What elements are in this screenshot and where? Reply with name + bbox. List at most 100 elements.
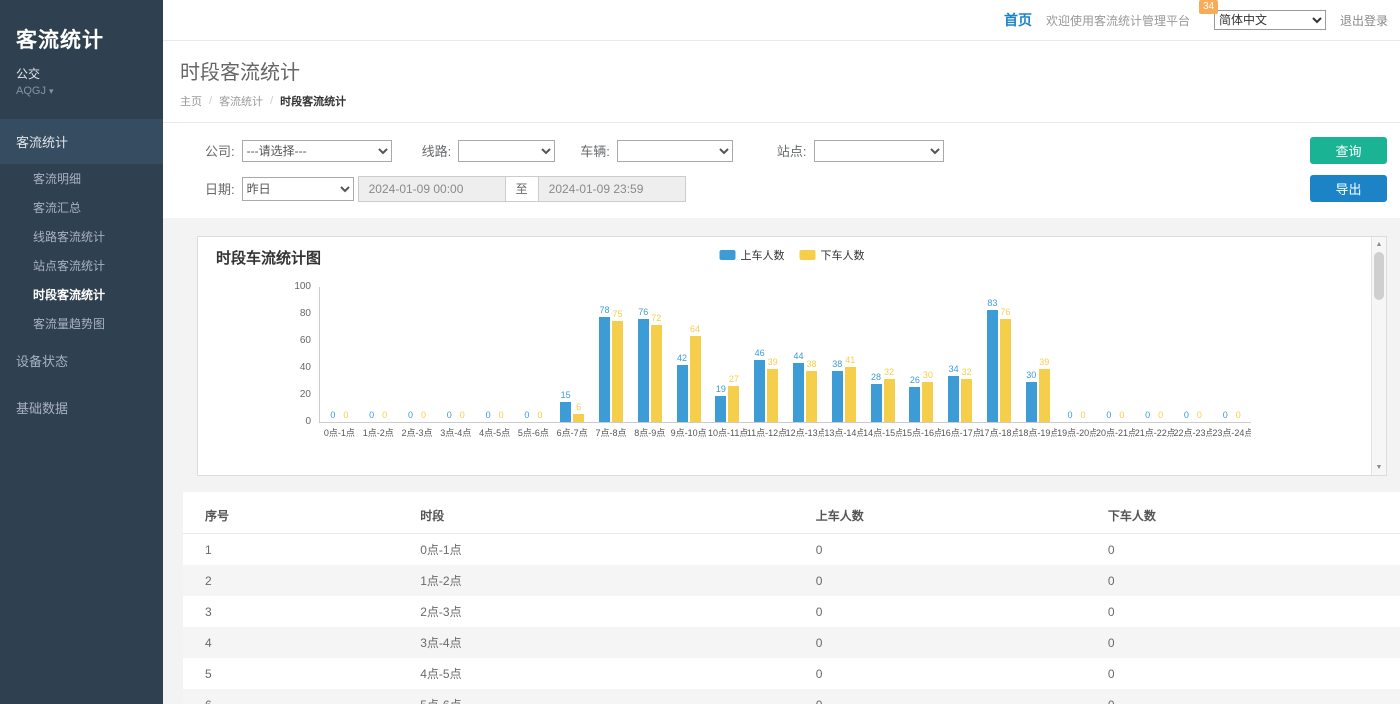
- bar-group: 8376: [980, 287, 1019, 422]
- table-header-row: 序号时段上车人数下车人数: [183, 498, 1400, 534]
- bar-value-label: 0: [1236, 411, 1241, 420]
- export-button[interactable]: 导出: [1310, 175, 1387, 202]
- data-table: 序号时段上车人数下车人数 10点-1点0021点-2点0032点-3点0043点…: [183, 498, 1400, 704]
- table-cell: 4点-5点: [414, 658, 810, 689]
- bar-value-label: 0: [1223, 411, 1228, 420]
- legend-item[interactable]: 上车人数: [720, 247, 785, 263]
- sidebar-item[interactable]: 设备状态: [0, 338, 163, 383]
- bar[interactable]: 38: [832, 371, 843, 422]
- bar[interactable]: 32: [884, 379, 895, 422]
- sidebar-item[interactable]: 客流明细: [0, 164, 163, 193]
- bar-value-label: 0: [486, 411, 491, 420]
- bar[interactable]: 19: [715, 396, 726, 422]
- bar[interactable]: 39: [1039, 369, 1050, 422]
- sidebar-menu: 客流统计客流明细客流汇总线路客流统计站点客流统计时段客流统计客流量趋势图设备状态…: [0, 119, 163, 430]
- bar[interactable]: 76: [1000, 319, 1011, 422]
- account-dropdown[interactable]: AQGJ▾: [0, 82, 163, 97]
- bar[interactable]: 26: [909, 387, 920, 422]
- caret-down-icon: ▾: [49, 86, 54, 96]
- breadcrumb-item[interactable]: 客流统计: [219, 93, 263, 109]
- bar-group: 00: [1096, 287, 1135, 422]
- bar[interactable]: 78: [599, 317, 610, 422]
- x-axis-label: 18点-19点: [1018, 426, 1057, 439]
- bar[interactable]: 64: [690, 336, 701, 422]
- scroll-up-icon[interactable]: ▲: [1376, 240, 1383, 249]
- bar[interactable]: 28: [871, 384, 882, 422]
- x-axis-label: 8点-9点: [630, 426, 669, 439]
- bar-group: 2630: [902, 287, 941, 422]
- company-label: 公司:: [205, 141, 235, 160]
- bar-value-label: 34: [949, 365, 959, 374]
- station-select[interactable]: [814, 140, 944, 162]
- date-from-input[interactable]: [358, 176, 506, 202]
- home-link[interactable]: 首页: [1004, 10, 1032, 30]
- table-header-cell: 时段: [414, 498, 810, 534]
- bar-group: 7875: [592, 287, 631, 422]
- table-cell: 1点-2点: [414, 565, 810, 596]
- bar-value-label: 0: [1197, 411, 1202, 420]
- bar[interactable]: 30: [922, 382, 933, 423]
- bar[interactable]: 6: [573, 414, 584, 422]
- sidebar-item[interactable]: 时段客流统计: [0, 280, 163, 309]
- bar[interactable]: 32: [961, 379, 972, 422]
- x-axis-label: 23点-24点: [1212, 426, 1251, 439]
- table-cell: 0: [1102, 596, 1400, 627]
- line-select[interactable]: [458, 140, 555, 162]
- sidebar-item[interactable]: 线路客流统计: [0, 222, 163, 251]
- logout-link[interactable]: 退出登录: [1340, 12, 1388, 29]
- table-cell: 0: [1102, 689, 1400, 704]
- line-label: 线路:: [422, 141, 452, 160]
- x-axis-label: 6点-7点: [553, 426, 592, 439]
- legend-item[interactable]: 下车人数: [800, 247, 865, 263]
- bar-value-label: 0: [343, 411, 348, 420]
- topbar: 首页 欢迎使用客流统计管理平台 34 简体中文 退出登录: [163, 0, 1400, 41]
- bar-value-label: 0: [1184, 411, 1189, 420]
- table-row: 43点-4点00: [183, 627, 1400, 658]
- breadcrumb-item[interactable]: 主页: [180, 93, 202, 109]
- table-cell: 0: [1102, 534, 1400, 566]
- query-button[interactable]: 查询: [1310, 137, 1387, 164]
- table-cell: 0: [810, 596, 1102, 627]
- scroll-down-icon[interactable]: ▼: [1376, 463, 1383, 472]
- bar[interactable]: 15: [560, 402, 571, 422]
- bar[interactable]: 42: [677, 365, 688, 422]
- bar[interactable]: 41: [845, 367, 856, 422]
- x-axis-label: 16点-17点: [941, 426, 980, 439]
- bar[interactable]: 83: [987, 310, 998, 422]
- vehicle-select[interactable]: [617, 140, 733, 162]
- table-cell: 6: [183, 689, 414, 704]
- language-select[interactable]: 简体中文: [1214, 10, 1326, 30]
- date-to-input[interactable]: [538, 176, 686, 202]
- scrollbar-thumb[interactable]: [1374, 252, 1384, 300]
- breadcrumb-separator: /: [209, 95, 212, 107]
- sidebar-item[interactable]: 客流统计: [0, 119, 163, 164]
- bar[interactable]: 39: [767, 369, 778, 422]
- sidebar-item[interactable]: 基础数据: [0, 385, 163, 430]
- bar[interactable]: 75: [612, 321, 623, 422]
- welcome-text: 欢迎使用客流统计管理平台: [1046, 12, 1190, 29]
- company-select[interactable]: ---请选择---: [242, 140, 392, 162]
- bar[interactable]: 38: [806, 371, 817, 422]
- bar-group: 00: [1135, 287, 1174, 422]
- table-header-cell: 下车人数: [1102, 498, 1400, 534]
- bar-value-label: 32: [962, 368, 972, 377]
- bar[interactable]: 27: [728, 386, 739, 422]
- bar-value-label: 15: [561, 391, 571, 400]
- bar-value-label: 6: [576, 403, 581, 412]
- chart-scrollbar[interactable]: ▲ ▼: [1371, 237, 1386, 475]
- y-axis-tick: 0: [305, 416, 311, 428]
- y-axis-tick: 100: [294, 281, 311, 293]
- breadcrumb: 主页/客流统计/时段客流统计: [180, 93, 1400, 109]
- bar[interactable]: 46: [754, 360, 765, 422]
- date-preset-select[interactable]: 昨日: [242, 177, 354, 201]
- bar[interactable]: 72: [651, 325, 662, 422]
- page-heading: 时段客流统计 主页/客流统计/时段客流统计: [163, 41, 1400, 123]
- bar[interactable]: 44: [793, 363, 804, 422]
- bar-value-label: 26: [910, 376, 920, 385]
- bar[interactable]: 76: [638, 319, 649, 422]
- sidebar-item[interactable]: 站点客流统计: [0, 251, 163, 280]
- sidebar-item[interactable]: 客流量趋势图: [0, 309, 163, 338]
- sidebar-item[interactable]: 客流汇总: [0, 193, 163, 222]
- bar[interactable]: 34: [948, 376, 959, 422]
- bar[interactable]: 30: [1026, 382, 1037, 423]
